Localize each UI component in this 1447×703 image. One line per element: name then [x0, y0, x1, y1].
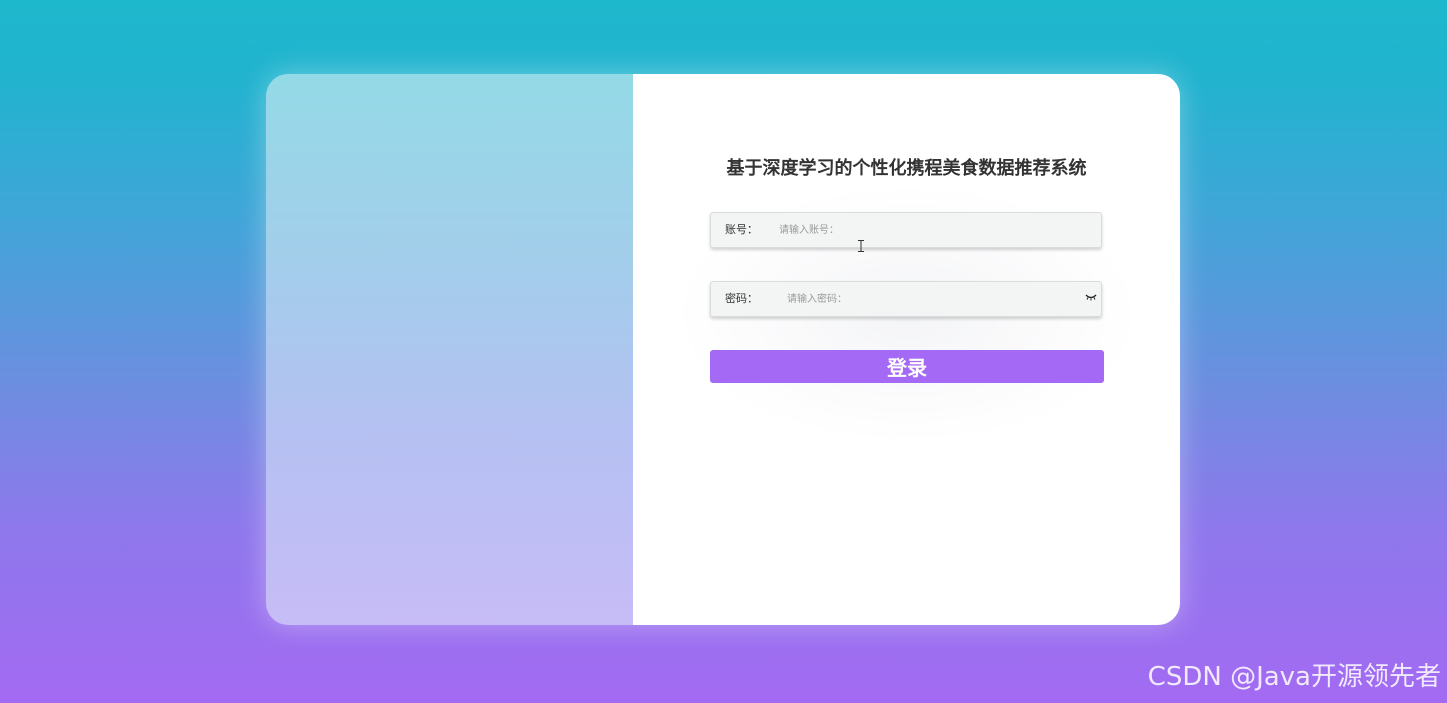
login-button[interactable]: 登录 — [710, 350, 1104, 383]
text-cursor-icon — [858, 240, 864, 252]
login-panel: 基于深度学习的个性化携程美食数据推荐系统 账号： 密码： 登录 — [633, 74, 1180, 625]
account-field[interactable]: 账号： — [710, 212, 1102, 248]
decorative-side-panel — [266, 74, 633, 625]
account-input[interactable] — [779, 213, 1079, 247]
password-label: 密码： — [725, 292, 758, 305]
login-card: 基于深度学习的个性化携程美食数据推荐系统 账号： 密码： 登录 — [266, 74, 1180, 625]
account-label: 账号： — [725, 223, 758, 236]
page-title: 基于深度学习的个性化携程美食数据推荐系统 — [726, 158, 1087, 179]
eye-closed-icon[interactable] — [1085, 293, 1097, 301]
watermark-text: CSDN @Java开源领先者 — [1147, 662, 1441, 692]
password-input[interactable] — [787, 282, 1077, 316]
password-field[interactable]: 密码： — [710, 281, 1102, 317]
